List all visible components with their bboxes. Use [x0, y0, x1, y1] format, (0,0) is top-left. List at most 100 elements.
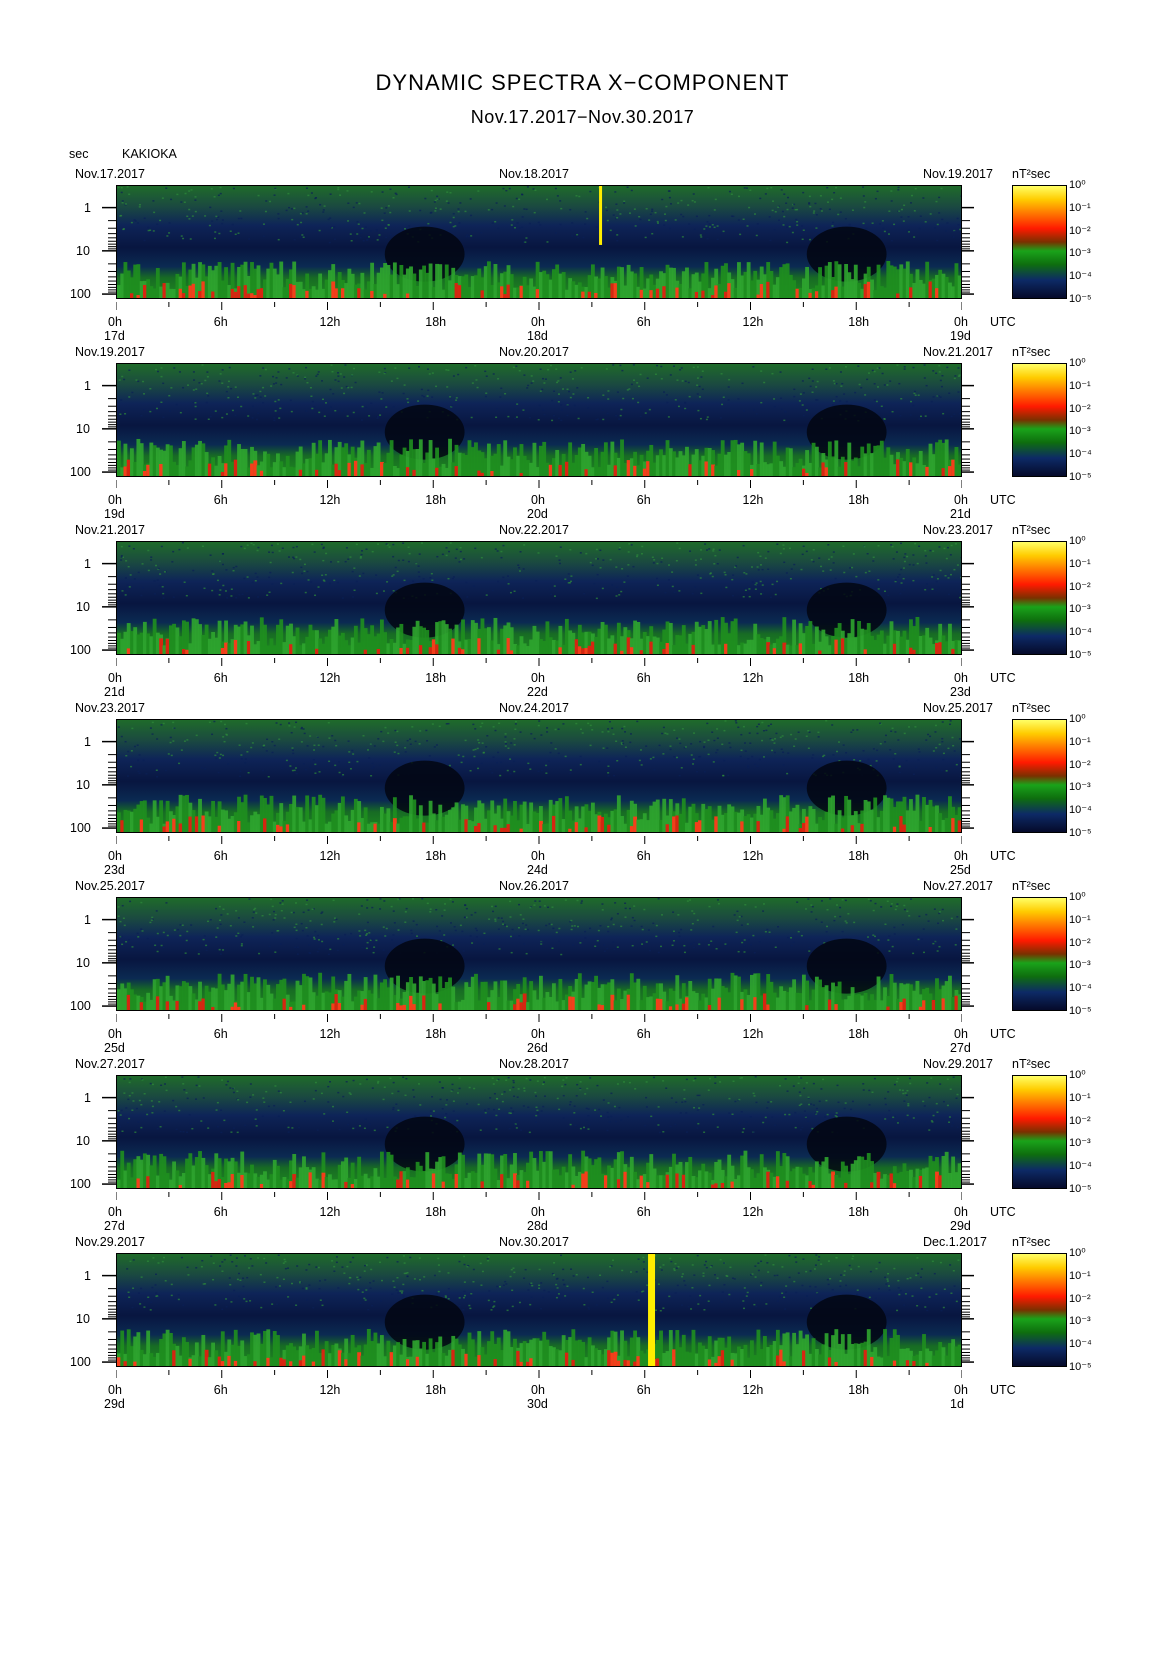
colorbar-tick-label: 10⁻² [1069, 580, 1091, 593]
colorbar-tick-label: 10⁻² [1069, 758, 1091, 771]
spectrogram-panel [116, 541, 962, 655]
x-tick-label: 18h [425, 493, 447, 507]
spectrogram-panel [116, 185, 962, 299]
colorbar-tick-label: 10⁻³ [1069, 959, 1091, 972]
colorbar-unit-label: nT²sec [1012, 167, 1051, 181]
x-tick-label: 0h [108, 1205, 122, 1219]
x-tick-label: 0h [954, 1205, 968, 1219]
panel-mid-date: Nov.18.2017 [499, 167, 569, 181]
day-label: 21d [950, 507, 971, 521]
x-tick-label: 18h [425, 315, 447, 329]
x-tick-label: 0h [954, 671, 968, 685]
colorbar-tick-label: 10⁻² [1069, 224, 1091, 237]
colorbar-ticks: 10⁰ 10⁻¹ 10⁻² 10⁻³ 10⁻⁴ 10⁻⁵ [1067, 1247, 1107, 1373]
spectrogram-panel [116, 897, 962, 1011]
burst-mark [648, 1254, 656, 1366]
colorbar-tick-label: 10⁻¹ [1069, 1091, 1091, 1104]
panel-mid-date: Nov.20.2017 [499, 345, 569, 359]
colorbar-tick-label: 10⁻⁴ [1069, 804, 1092, 817]
colorbar-tick-label: 10⁻¹ [1069, 557, 1091, 570]
y-tick-label: 100 [70, 643, 91, 658]
spectrogram-panel [116, 719, 962, 833]
colorbar-unit-label: nT²sec [1012, 1057, 1051, 1071]
colorbar [1012, 185, 1067, 299]
colorbar-tick-label: 10⁰ [1069, 1247, 1086, 1259]
y-tick-label: 1 [84, 1090, 91, 1105]
day-label: 19d [950, 329, 971, 343]
colorbar-ticks: 10⁰ 10⁻¹ 10⁻² 10⁻³ 10⁻⁴ 10⁻⁵ [1067, 891, 1107, 1017]
panel-left-date: Nov.27.2017 [75, 1057, 145, 1071]
station-label: KAKIOKA [122, 147, 177, 161]
spectrogram-cells [117, 1254, 961, 1366]
colorbar-tick-label: 10⁻³ [1069, 1137, 1091, 1150]
day-label: 27d [950, 1041, 971, 1055]
colorbar-tick-label: 10⁰ [1069, 1069, 1086, 1081]
day-label: 24d [527, 863, 548, 877]
colorbar-tick-label: 10⁻⁵ [1069, 649, 1092, 661]
colorbar-tick-label: 10⁻¹ [1069, 735, 1091, 748]
panel-right-date: Nov.19.2017 [923, 167, 993, 181]
colorbar-tick-label: 10⁻⁵ [1069, 827, 1092, 839]
x-tick-label: 12h [319, 1383, 341, 1397]
x-tick-label: 12h [319, 1027, 341, 1041]
day-label: 20d [527, 507, 548, 521]
panel-left-date: Nov.25.2017 [75, 879, 145, 893]
y-axis-right [962, 897, 982, 1011]
x-tick-label: 12h [742, 671, 764, 685]
x-tick-label: 12h [319, 1205, 341, 1219]
timezone-label: UTC [990, 1027, 1016, 1041]
panel-left-date: Nov.29.2017 [75, 1235, 145, 1249]
day-label: 22d [527, 685, 548, 699]
x-tick-label: 6h [636, 671, 651, 685]
colorbar-tick-label: 10⁻³ [1069, 603, 1091, 616]
chart-title: DYNAMIC SPECTRA X−COMPONENT [375, 70, 790, 95]
chart-subtitle: Nov.17.2017−Nov.30.2017 [470, 107, 695, 127]
day-label: 30d [527, 1397, 548, 1411]
colorbar-tick-label: 10⁻⁴ [1069, 626, 1092, 639]
colorbar-ticks: 10⁰ 10⁻¹ 10⁻² 10⁻³ 10⁻⁴ 10⁻⁵ [1067, 713, 1107, 839]
panel-mid-date: Nov.22.2017 [499, 523, 569, 537]
spectrogram-cells [117, 542, 961, 654]
colorbar-tick-label: 10⁻³ [1069, 247, 1091, 260]
y-axis-right [962, 185, 982, 299]
colorbar-tick-label: 10⁻⁵ [1069, 1361, 1092, 1373]
spectrogram-cells [117, 720, 961, 832]
y-tick-label: 10 [76, 1311, 90, 1326]
x-tick-label: 0h [108, 671, 122, 685]
burst-mark [599, 186, 603, 245]
day-label: 21d [104, 685, 125, 699]
colorbar [1012, 1075, 1067, 1189]
x-tick-label: 0h [108, 1027, 122, 1041]
spectrogram-cells [117, 898, 961, 1010]
panel-right-date: Nov.27.2017 [923, 879, 993, 893]
y-axis-unit-label: sec [69, 147, 89, 161]
y-tick-label: 1 [84, 912, 91, 927]
x-tick-label: 18h [848, 1383, 870, 1397]
colorbar-tick-label: 10⁻⁵ [1069, 1005, 1092, 1017]
panel-left-date: Nov.23.2017 [75, 701, 145, 715]
timezone-label: UTC [990, 1383, 1016, 1397]
colorbar-unit-label: nT²sec [1012, 345, 1051, 359]
x-tick-label: 0h [108, 1383, 122, 1397]
day-label: 17d [104, 329, 125, 343]
y-axis-right [962, 541, 982, 655]
colorbar [1012, 363, 1067, 477]
panel-left-date: Nov.21.2017 [75, 523, 145, 537]
x-tick-label: 18h [425, 1027, 447, 1041]
panel-right-date: Dec.1.2017 [923, 1235, 987, 1249]
colorbar-tick-label: 10⁻³ [1069, 781, 1091, 794]
colorbar-unit-label: nT²sec [1012, 523, 1051, 537]
x-tick-label: 0h [954, 493, 968, 507]
colorbar-ticks: 10⁰ 10⁻¹ 10⁻² 10⁻³ 10⁻⁴ 10⁻⁵ [1067, 535, 1107, 661]
spectrogram-cells [117, 1076, 961, 1188]
y-tick-label: 10 [76, 421, 90, 436]
x-tick-label: 0h [108, 315, 122, 329]
colorbar-tick-label: 10⁻² [1069, 402, 1091, 415]
colorbar-tick-label: 10⁻⁴ [1069, 448, 1092, 461]
y-tick-label: 100 [70, 287, 91, 302]
x-tick-label: 6h [213, 1383, 228, 1397]
spectrogram-panel [116, 363, 962, 477]
day-label: 26d [527, 1041, 548, 1055]
x-tick-label: 18h [425, 849, 447, 863]
colorbar-tick-label: 10⁻² [1069, 1114, 1091, 1127]
